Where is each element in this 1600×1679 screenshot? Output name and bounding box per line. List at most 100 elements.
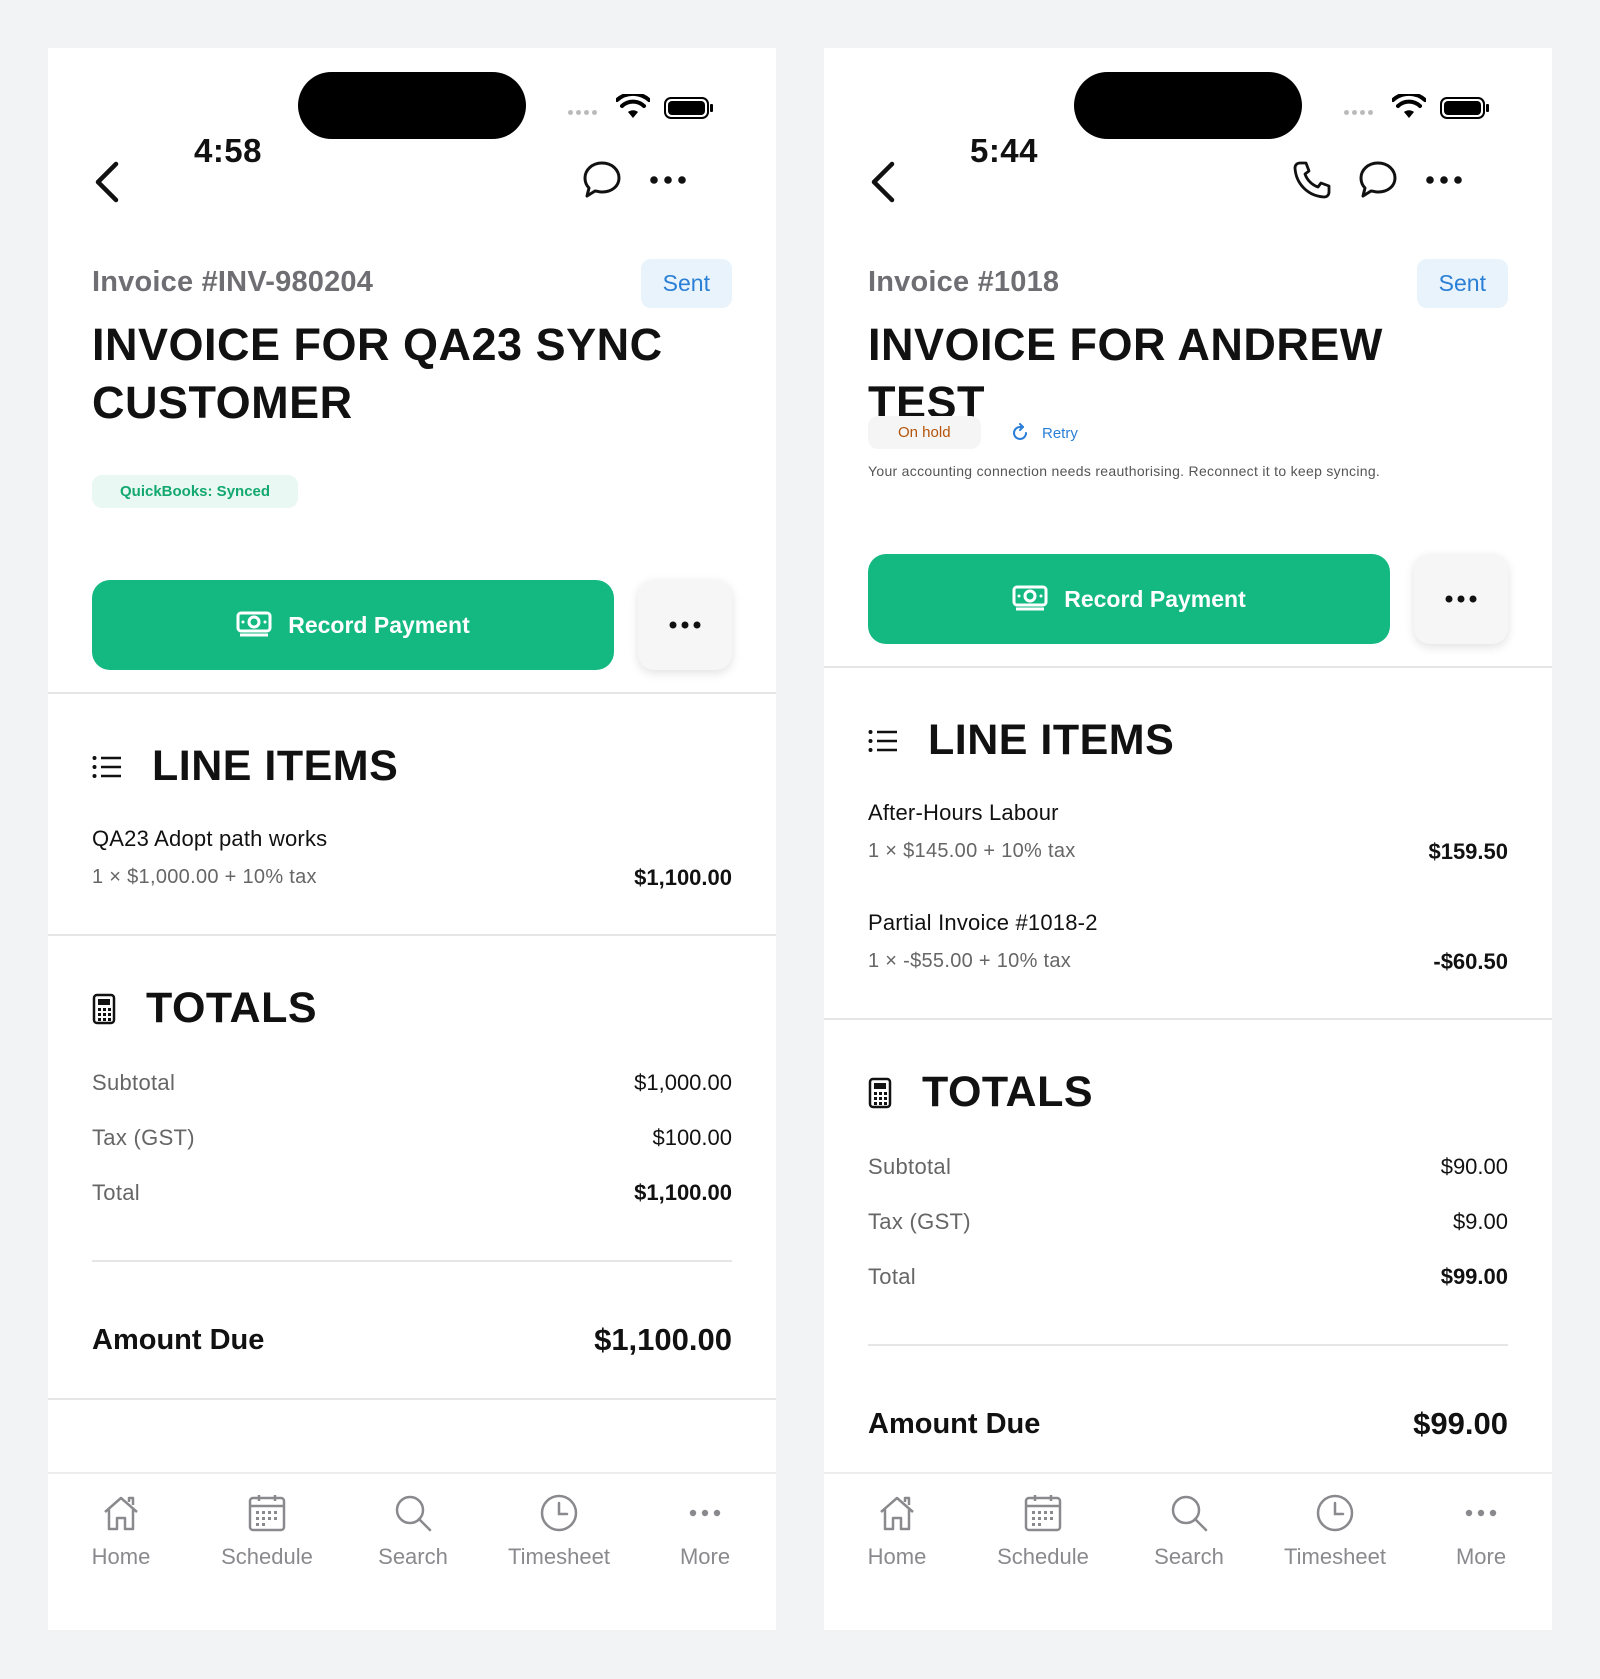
tab-search[interactable]: Search [340,1492,486,1570]
calendar-icon [1024,1495,1062,1532]
tab-label: Schedule [997,1544,1089,1569]
tax-label: Tax (GST) [92,1125,195,1150]
amount-due-value: $1,100.00 [594,1322,732,1357]
chat-bubble-icon[interactable] [1358,160,1398,200]
retry-label: Retry [1042,424,1078,442]
ellipsis-icon[interactable] [648,160,688,200]
sync-status-badge: QuickBooks: Synced [92,475,299,508]
total-label: Total [92,1180,140,1205]
line-item-name: After-Hours Labour [868,800,1059,825]
status-badge: Sent [1416,259,1508,308]
totals-heading: TOTALS [92,984,317,1033]
subtotal-value: $90.00 [1440,1154,1508,1179]
cellular-signal-icon [1344,110,1373,115]
divider [48,692,776,694]
divider [48,1398,776,1400]
invoice-number: Invoice #INV-980204 [92,266,374,298]
search-icon [1171,1495,1208,1532]
dynamic-island [1074,72,1302,139]
record-payment-button[interactable]: Record Payment [868,554,1390,644]
subtotal-label: Subtotal [868,1154,952,1179]
retry-link[interactable]: Retry [1010,423,1078,443]
record-payment-label: Record Payment [1064,585,1246,612]
section-title: TOTALS [922,1068,1094,1116]
record-payment-button[interactable]: Record Payment [92,580,614,670]
tab-timesheet[interactable]: Timesheet [486,1492,632,1570]
tax-value: $100.00 [652,1125,732,1150]
divider [868,1344,1508,1346]
clock-icon [540,1494,578,1532]
tab-bar: Home Schedule Search Timesheet More [48,1472,776,1630]
tab-label: Home [867,1544,927,1569]
chat-bubble-icon[interactable] [582,160,622,200]
calendar-icon [248,1495,286,1532]
tab-more[interactable]: More [632,1492,776,1570]
tax-value: $9.00 [1452,1209,1508,1234]
line-item-detail: 1 × -$55.00 + 10% tax [868,950,1072,972]
tab-label: Search [1154,1544,1224,1569]
list-icon [868,729,897,752]
line-item-detail: 1 × $145.00 + 10% tax [868,840,1076,862]
line-item-name: QA23 Adopt path works [92,826,328,851]
section-title: TOTALS [146,984,318,1032]
tab-home[interactable]: Home [824,1492,970,1570]
ellipsis-icon [689,1509,721,1517]
tax-label: Tax (GST) [868,1209,971,1234]
list-icon [92,755,121,778]
chevron-left-icon[interactable] [92,160,122,204]
sync-warning-text: Your accounting connection needs reautho… [868,463,1381,479]
battery-icon [1440,97,1489,119]
divider [92,1260,732,1262]
search-icon [395,1495,432,1532]
more-actions-button[interactable] [638,580,732,670]
phone-icon[interactable] [1292,160,1332,200]
cellular-signal-icon [568,110,597,115]
section-title: LINE ITEMS [928,716,1175,764]
more-actions-button[interactable] [1414,554,1508,644]
tab-more[interactable]: More [1408,1492,1552,1570]
wifi-icon [616,94,650,118]
total-value: $99.00 [1440,1264,1508,1289]
money-icon [236,611,272,637]
phone-screen-left: 4:58 Invoice #INV-980204 Sent INVOICE FO… [48,48,776,1630]
tab-schedule[interactable]: Schedule [194,1492,340,1570]
subtotal-label: Subtotal [92,1070,176,1095]
subtotal-value: $1,000.00 [634,1070,732,1095]
dynamic-island [298,72,526,139]
totals-heading: TOTALS [868,1068,1093,1117]
money-icon [1012,585,1048,611]
total-value: $1,100.00 [634,1180,732,1205]
tab-label: Search [378,1544,448,1569]
status-time: 5:44 [969,132,1039,169]
divider [824,666,1552,668]
amount-due-value: $99.00 [1413,1406,1508,1441]
tab-timesheet[interactable]: Timesheet [1262,1492,1408,1570]
status-time: 4:58 [193,132,263,169]
calculator-icon [92,993,116,1024]
wifi-icon [1392,94,1426,118]
tab-label: Timesheet [1284,1544,1386,1569]
tab-schedule[interactable]: Schedule [970,1492,1116,1570]
tab-search[interactable]: Search [1116,1492,1262,1570]
calculator-icon [868,1077,892,1108]
line-item-detail: 1 × $1,000.00 + 10% tax [92,866,317,888]
line-item-amount: -$60.50 [1433,949,1508,974]
ellipsis-icon[interactable] [1424,160,1464,200]
tab-label: Schedule [221,1544,313,1569]
chevron-left-icon[interactable] [868,160,898,204]
home-icon [104,1496,138,1531]
divider [48,934,776,936]
tab-home[interactable]: Home [48,1492,194,1570]
record-payment-label: Record Payment [288,611,470,638]
tab-label: Timesheet [508,1544,610,1569]
line-item-amount: $1,100.00 [634,865,732,890]
amount-due-label: Amount Due [868,1408,1041,1440]
page-title: INVOICE FOR QA23 SYNC CUSTOMER [92,319,663,428]
ellipsis-icon [1445,595,1477,603]
line-item-name: Partial Invoice #1018-2 [868,910,1098,935]
line-item-amount: $159.50 [1428,839,1508,864]
page-title: INVOICE FOR ANDREW TEST [868,319,1383,428]
tab-label: More [679,1544,731,1569]
total-label: Total [868,1264,916,1289]
divider [824,1018,1552,1020]
